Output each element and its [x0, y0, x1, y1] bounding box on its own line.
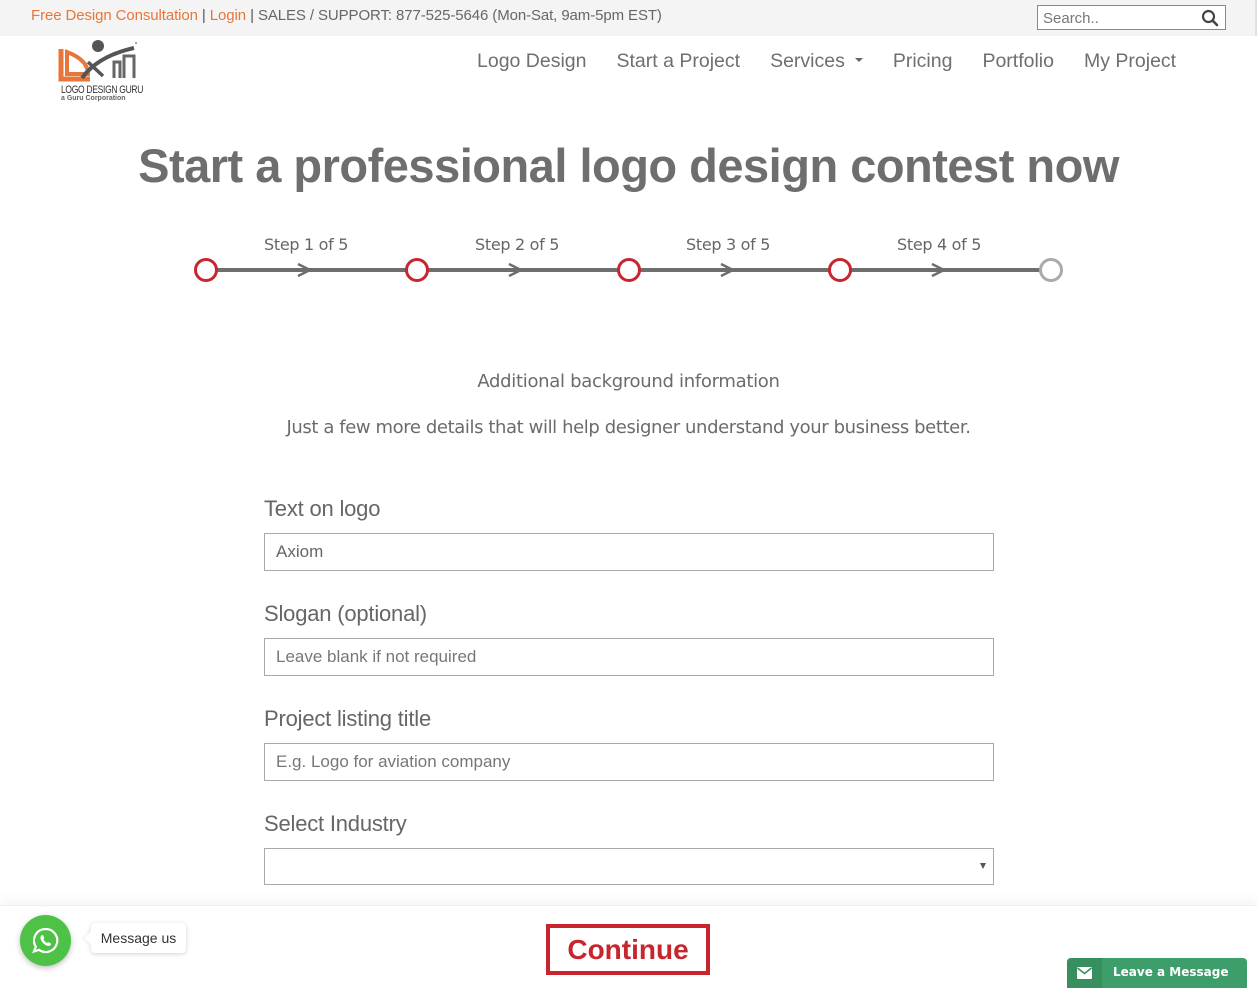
tooltip-text: Message us [100, 930, 177, 946]
whatsapp-tooltip[interactable]: Message us [91, 923, 186, 953]
envelope-icon [1077, 967, 1092, 979]
nav-portfolio[interactable]: Portfolio [982, 50, 1054, 73]
step-5-marker [1039, 258, 1063, 282]
step-connector [428, 268, 618, 272]
nav-label: Pricing [892, 50, 953, 72]
slogan-label: Slogan (optional) [264, 601, 427, 626]
step-progress: Step 1 of 5 Step 2 of 5 Step 3 of 5 Step… [0, 225, 1257, 295]
search-icon[interactable] [1201, 9, 1219, 27]
leave-message-label: Leave a Message [1113, 965, 1229, 979]
caret-down-icon [854, 57, 863, 62]
support-phone-text: SALES / SUPPORT: 877-525-5646 (Mon-Sat, … [257, 7, 662, 24]
step-1-marker[interactable] [194, 258, 218, 282]
arrow-right-icon [720, 262, 735, 278]
section-subtitle: Just a few more details that will help d… [286, 417, 971, 438]
step-4-marker[interactable] [828, 258, 852, 282]
nav-label: Portfolio [982, 50, 1054, 72]
nav-label: Logo Design [477, 50, 587, 72]
nav-services[interactable]: Services [770, 50, 863, 73]
arrow-right-icon [297, 262, 312, 278]
whatsapp-icon [32, 927, 59, 954]
slogan-input[interactable] [264, 638, 994, 676]
top-bar: Free Design Consultation | Login | SALES… [0, 0, 1257, 36]
listing-title-input[interactable] [264, 743, 994, 781]
dropdown-arrow-icon [980, 863, 986, 869]
main-nav: Logo Design Start a Project Services Pri… [477, 50, 1206, 73]
logo-name: LOGO DESIGN GURU [61, 83, 144, 96]
step-2-marker[interactable] [405, 258, 429, 282]
step-label: Step 1 of 5 [264, 235, 349, 254]
section-title: Additional background information [477, 371, 780, 392]
leave-message-button[interactable]: Leave a Message [1067, 958, 1247, 988]
separator: | [246, 7, 258, 24]
industry-label: Select Industry [264, 811, 407, 836]
arrow-right-icon [931, 262, 946, 278]
separator: | [197, 7, 210, 24]
nav-label: Start a Project [616, 50, 741, 72]
nav-logo-design[interactable]: Logo Design [477, 50, 587, 73]
nav-pricing[interactable]: Pricing [893, 50, 953, 73]
search-input[interactable] [1043, 8, 1193, 28]
nav-start-project[interactable]: Start a Project [617, 50, 741, 73]
nav-my-project[interactable]: My Project [1084, 50, 1176, 73]
whatsapp-button[interactable] [20, 915, 71, 966]
continue-button[interactable]: Continue [546, 924, 710, 975]
listing-title-label: Project listing title [264, 706, 431, 731]
step-label: Step 4 of 5 [897, 235, 982, 254]
step-3-marker[interactable] [617, 258, 641, 282]
industry-select[interactable] [264, 848, 994, 885]
page-title: Start a professional logo design contest… [138, 139, 1119, 192]
arrow-right-icon [508, 262, 523, 278]
free-consultation-link[interactable]: Free Design Consultation [31, 7, 198, 24]
nav-label: Services [770, 50, 845, 72]
search-box [1037, 5, 1226, 30]
text-on-logo-label: Text on logo [264, 496, 381, 521]
step-label: Step 3 of 5 [686, 235, 771, 254]
icon-box [1067, 958, 1102, 988]
top-bar-text: Free Design Consultation | Login | SALES… [31, 7, 662, 24]
login-link[interactable]: Login [210, 7, 246, 24]
logo-tagline: a Guru Corporation [61, 95, 126, 102]
nav-label: My Project [1084, 50, 1177, 72]
step-label: Step 2 of 5 [475, 235, 560, 254]
text-on-logo-input[interactable] [264, 533, 994, 571]
